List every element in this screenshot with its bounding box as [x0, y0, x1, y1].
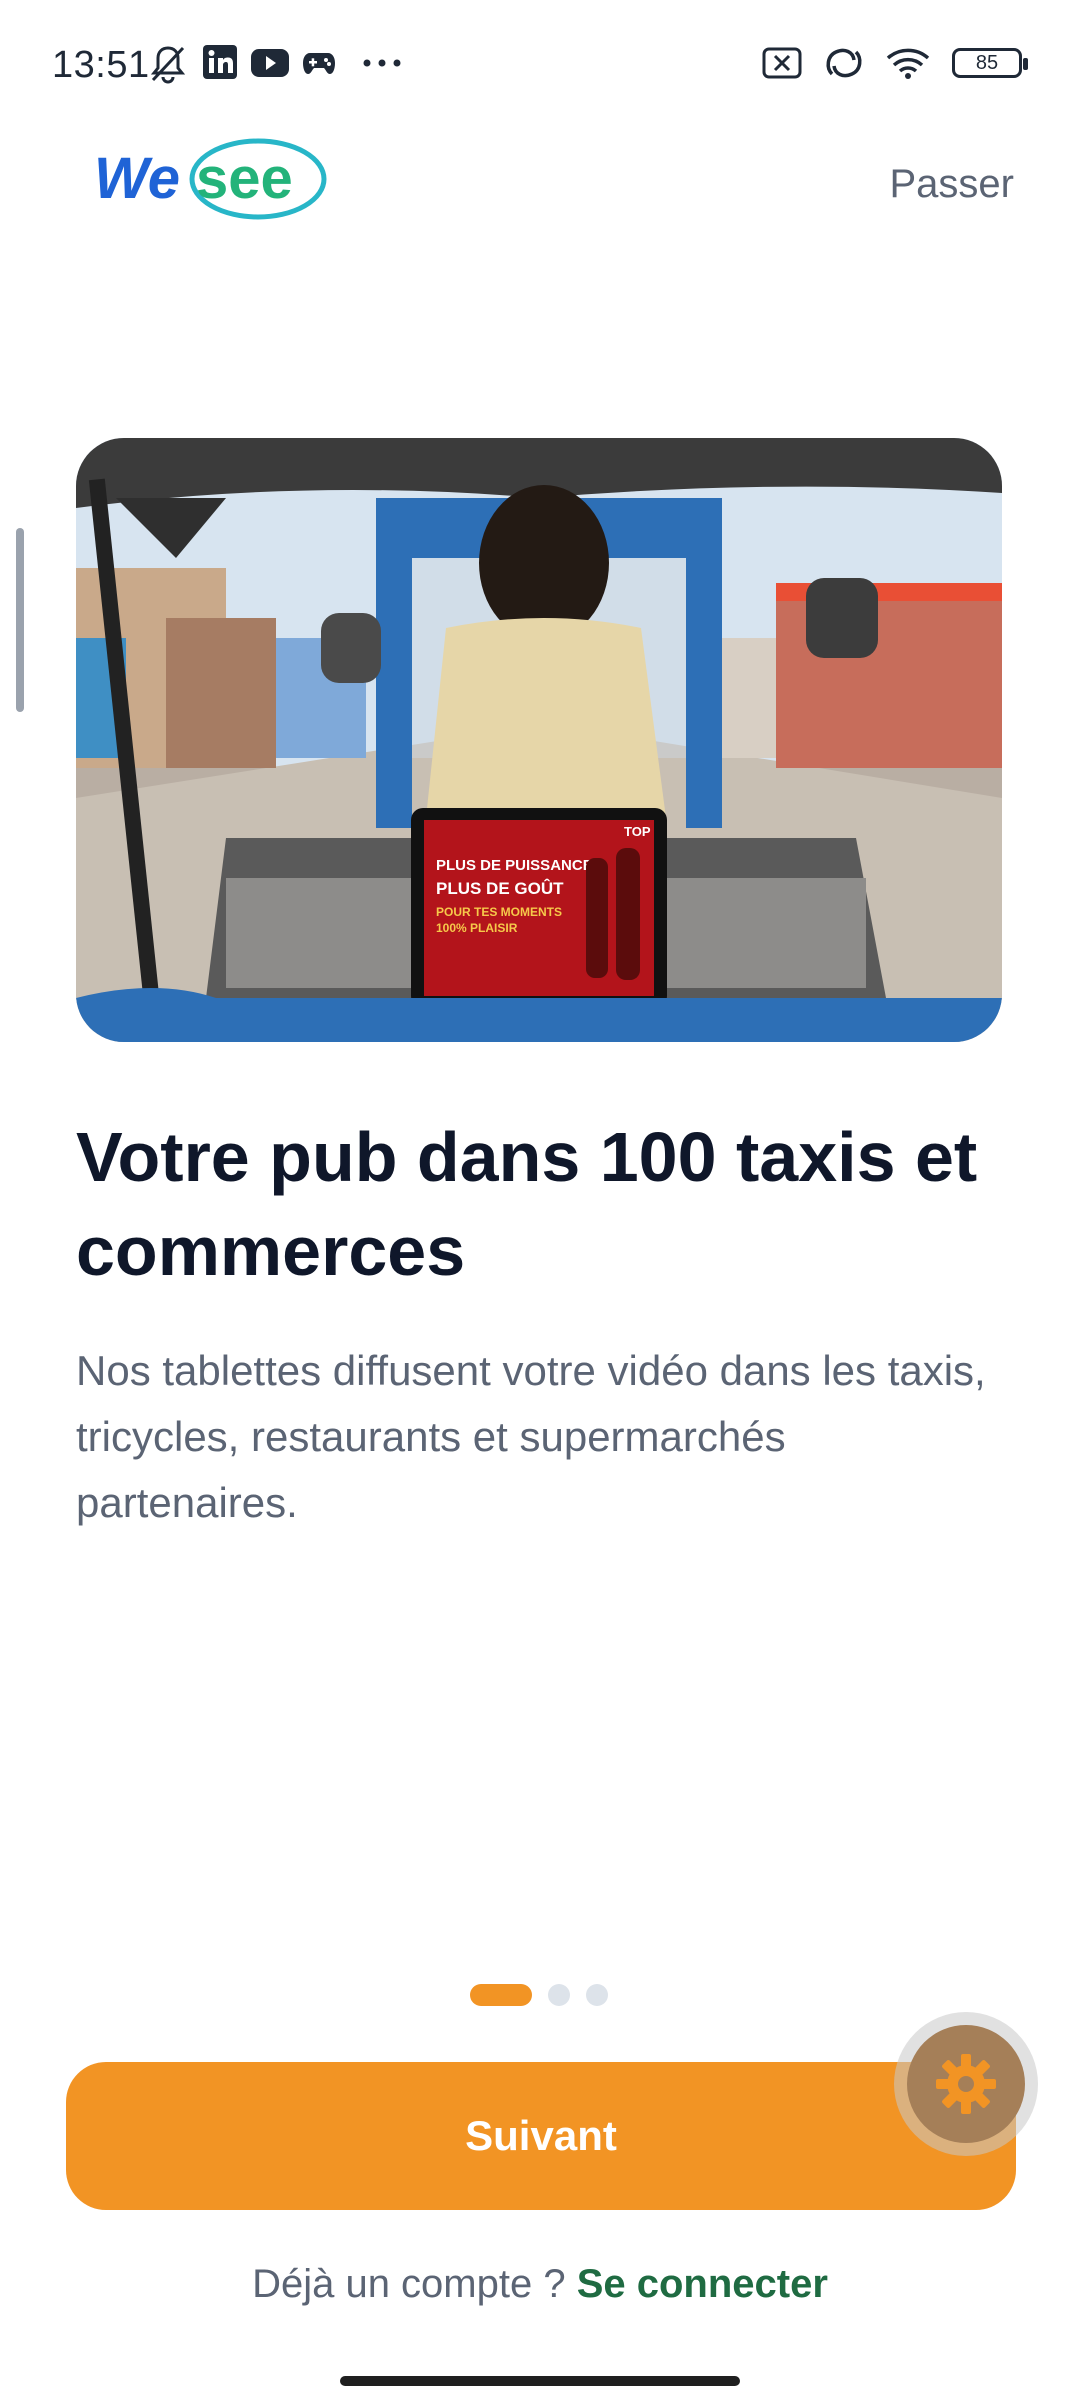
hero-image: PLUS DE PUISSANCE PLUS DE GOÛT POUR TES …: [76, 438, 1002, 1042]
page-dot-3[interactable]: [586, 1984, 608, 2006]
page-description: Nos tablettes diffusent votre vidéo dans…: [76, 1347, 986, 1526]
gear-icon: [936, 2054, 996, 2114]
home-indicator[interactable]: [340, 2376, 740, 2386]
ad-line-2: PLUS DE GOÛT: [436, 879, 564, 898]
logo-text-see: see: [196, 146, 293, 211]
login-link[interactable]: Se connecter: [577, 2262, 828, 2306]
page-dot-1[interactable]: [470, 1984, 532, 2006]
ad-line-1: PLUS DE PUISSANCE: [436, 857, 593, 874]
page-title: Votre pub dans 100 taxis et commerces: [76, 1118, 978, 1290]
more-dots-icon: [363, 59, 401, 67]
page-dot-2[interactable]: [548, 1984, 570, 2006]
status-bar: 13:51 85: [0, 0, 1080, 130]
hotspot-icon: [826, 48, 862, 78]
logo-text-we: We: [94, 146, 180, 211]
gamepad-icon: [303, 53, 335, 74]
wesee-logo: We see: [92, 136, 328, 222]
settings-fab[interactable]: [894, 2012, 1038, 2156]
ad-brand: TOP: [624, 824, 651, 839]
ad-line-3: POUR TES MOMENTS: [436, 905, 562, 919]
linkedin-icon: [203, 45, 237, 79]
status-time: 13:51: [52, 44, 150, 86]
ad-line-4: 100% PLAISIR: [436, 921, 518, 935]
wifi-icon: [886, 48, 930, 79]
login-row: Déjà un compte ? Se connecter: [0, 2262, 1080, 2307]
battery-icon: 85: [952, 48, 1028, 78]
youtube-icon: [251, 49, 289, 77]
bell-off-icon: [150, 46, 186, 84]
onboarding-screen: 13:51 85 We see Passer PLUS DE PUISSANCE…: [0, 0, 1080, 2400]
pagination-dots: [470, 1984, 608, 2006]
status-right: 85: [762, 46, 1028, 80]
settings-fab-inner: [907, 2025, 1025, 2143]
scrollbar: [16, 528, 24, 712]
skip-button[interactable]: Passer: [890, 162, 1015, 207]
battery-level: 85: [975, 51, 999, 74]
sim-off-icon: [762, 47, 802, 79]
next-button[interactable]: Suivant: [66, 2062, 1016, 2210]
login-prompt: Déjà un compte ?: [252, 2262, 566, 2306]
